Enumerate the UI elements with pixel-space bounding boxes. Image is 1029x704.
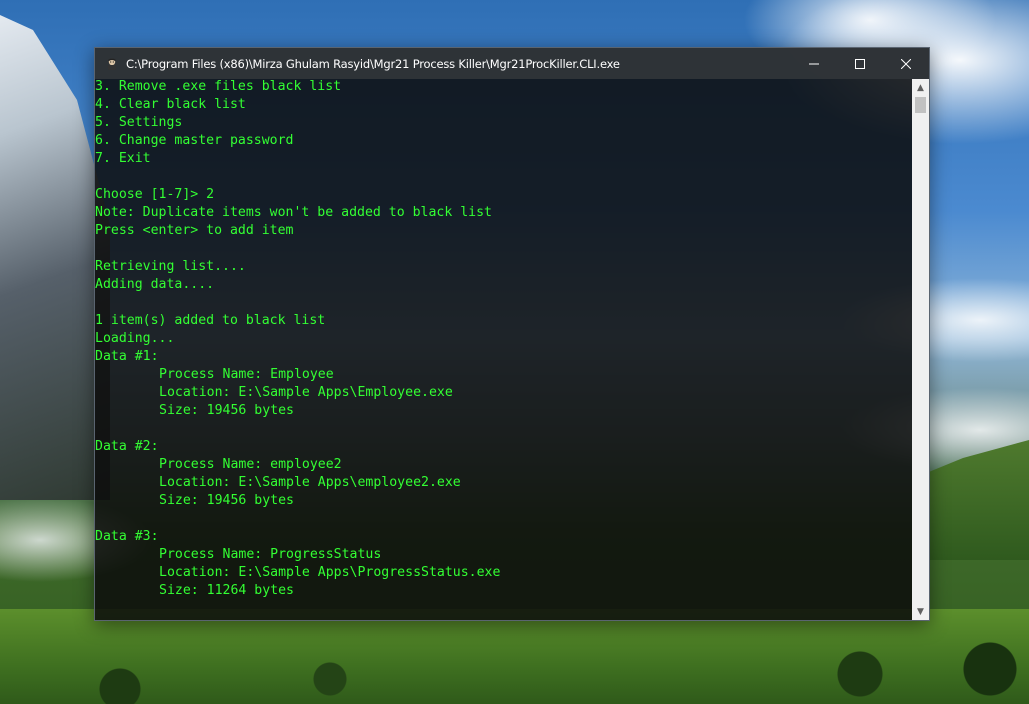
scroll-down-icon[interactable]: ▼ — [912, 603, 929, 620]
console-line: Data #2: — [95, 439, 159, 454]
console-line: Data #3: — [95, 529, 159, 544]
maximize-icon — [855, 58, 865, 69]
minimize-icon — [809, 63, 819, 64]
close-button[interactable] — [883, 48, 929, 79]
console-line: Note: Duplicate items won't be added to … — [95, 205, 492, 220]
console-line: Press <enter> to add item — [95, 223, 294, 238]
console-line: Location: E:\Sample Apps\ProgressStatus.… — [159, 565, 501, 580]
console-line: 3. Remove .exe files black list — [95, 79, 342, 94]
close-icon — [901, 58, 911, 69]
console-line: 6. Change master password — [95, 133, 294, 148]
console-line: Process Name: ProgressStatus — [159, 547, 382, 562]
console-line: Location: E:\Sample Apps\Employee.exe — [159, 385, 453, 400]
console-line: Loading... — [95, 331, 175, 346]
window-title: C:\Program Files (x86)\Mirza Ghulam Rasy… — [126, 56, 620, 71]
console-line: Size: 19456 bytes — [159, 403, 294, 418]
app-icon[interactable] — [104, 56, 120, 72]
scrollbar-thumb[interactable] — [915, 97, 926, 113]
vertical-scrollbar[interactable]: ▲ ▼ — [912, 79, 929, 620]
console-line: 1 item(s) added to black list — [95, 313, 326, 328]
console-line: 4. Clear black list — [95, 97, 246, 112]
maximize-button[interactable] — [837, 48, 883, 79]
console-output[interactable]: 3. Remove .exe files black list 4. Clear… — [95, 79, 911, 620]
console-line: Process Name: employee2 — [159, 457, 342, 472]
console-line: Location: E:\Sample Apps\employee2.exe — [159, 475, 461, 490]
console-line: Data #1: — [95, 349, 159, 364]
wallpaper-valley — [0, 609, 1029, 704]
title-bar[interactable]: C:\Program Files (x86)\Mirza Ghulam Rasy… — [95, 48, 929, 79]
console-line: 7. Exit — [95, 151, 151, 166]
console-line: Retrieving list.... — [95, 259, 246, 274]
console-line: 5. Settings — [95, 115, 183, 130]
console-line: Size: 11264 bytes — [159, 583, 294, 598]
minimize-button[interactable] — [791, 48, 837, 79]
console-line: Process Name: Employee — [159, 367, 334, 382]
console-window[interactable]: C:\Program Files (x86)\Mirza Ghulam Rasy… — [94, 47, 930, 621]
window-controls — [791, 48, 929, 79]
console-line: Size: 19456 bytes — [159, 493, 294, 508]
wallpaper-ridge — [919, 440, 1029, 560]
console-line: Adding data.... — [95, 277, 215, 292]
console-line: Choose [1-7]> 2 — [95, 187, 215, 202]
scroll-up-icon[interactable]: ▲ — [912, 79, 929, 96]
